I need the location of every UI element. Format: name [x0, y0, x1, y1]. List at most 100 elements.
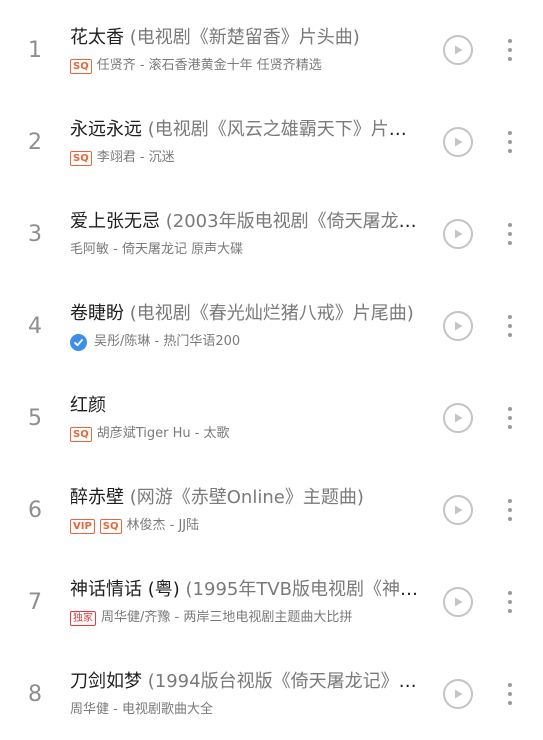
title-line: 醉赤壁 (网游《赤壁Online》主题曲): [70, 485, 422, 511]
more-dot: [508, 131, 512, 135]
title-line: 爱上张无忌 (2003年版电视剧《倚天屠龙记》插曲): [70, 209, 422, 235]
song-subtitle: (网游《赤壁Online》主题曲): [129, 487, 364, 508]
song-index: 3: [28, 221, 42, 247]
more-dot: [508, 508, 512, 512]
more-dot: [508, 591, 512, 595]
more-options-button[interactable]: [500, 35, 520, 65]
song-row[interactable]: 7 神话情话 (粤) (1995年TVB版电视剧《神雕侠侣》主题曲) 独家 周华…: [0, 556, 543, 648]
song-row[interactable]: 2 永远永远 (电视剧《风云之雄霸天下》片尾曲) SQ 李翊君 - 沉迷: [0, 96, 543, 188]
more-dot: [508, 683, 512, 687]
artist-album: 吴彤/陈琳 - 热门华语200: [94, 334, 241, 349]
title-line: 刀剑如梦 (1994版台视版《倚天屠龙记》主题曲): [70, 669, 422, 695]
play-button[interactable]: [443, 587, 473, 617]
play-button[interactable]: [443, 311, 473, 341]
song-meta: SQ 胡彦斌Tiger Hu - 太歌: [70, 425, 422, 443]
song-meta: SQ 李翊君 - 沉迷: [70, 149, 422, 167]
sq-badge: SQ: [70, 426, 92, 442]
song-title: 红颜: [70, 395, 106, 416]
play-icon: [455, 413, 463, 423]
song-row[interactable]: 4 卷睫盼 (电视剧《春光灿烂猪八戒》片尾曲) 吴彤/陈琳 - 热门华语200: [0, 280, 543, 372]
song-meta: 吴彤/陈琳 - 热门华语200: [70, 333, 422, 351]
sq-badge: SQ: [70, 58, 92, 74]
more-dot: [508, 517, 512, 521]
more-dot: [508, 600, 512, 604]
title-line: 卷睫盼 (电视剧《春光灿烂猪八戒》片尾曲): [70, 301, 422, 327]
title-line: 花太香 (电视剧《新楚留香》片头曲): [70, 25, 422, 51]
more-options-button[interactable]: [500, 219, 520, 249]
more-dot: [508, 609, 512, 613]
song-meta: 毛阿敏 - 倚天屠龙记 原声大碟: [70, 241, 422, 259]
song-title: 神话情话 (粤): [70, 579, 180, 600]
more-dot: [508, 499, 512, 503]
song-meta: VIP SQ 林俊杰 - JJ陆: [70, 517, 422, 535]
title-line: 神话情话 (粤) (1995年TVB版电视剧《神雕侠侣》主题曲): [70, 577, 422, 603]
play-button[interactable]: [443, 35, 473, 65]
more-options-button[interactable]: [500, 587, 520, 617]
exclusive-badge: 独家: [70, 610, 96, 626]
song-title: 爱上张无忌: [70, 211, 160, 232]
song-index: 5: [28, 405, 42, 431]
title-line: 红颜: [70, 393, 422, 419]
song-subtitle: (电视剧《风云之雄霸天下》片尾曲): [147, 119, 422, 140]
more-dot: [508, 48, 512, 52]
song-meta: 周华健 - 电视剧歌曲大全: [70, 701, 422, 719]
song-meta: 独家 周华健/齐豫 - 两岸三地电视剧主题曲大比拼: [70, 609, 422, 627]
more-dot: [508, 241, 512, 245]
play-button[interactable]: [443, 495, 473, 525]
song-row[interactable]: 6 醉赤壁 (网游《赤壁Online》主题曲) VIP SQ 林俊杰 - JJ陆: [0, 464, 543, 556]
sq-badge: SQ: [99, 518, 122, 534]
song-subtitle: (电视剧《春光灿烂猪八戒》片尾曲): [129, 303, 414, 324]
more-dot: [508, 223, 512, 227]
song-info: 醉赤壁 (网游《赤壁Online》主题曲) VIP SQ 林俊杰 - JJ陆: [70, 485, 422, 535]
song-index: 4: [28, 313, 42, 339]
more-options-button[interactable]: [500, 495, 520, 525]
more-dot: [508, 407, 512, 411]
play-icon: [455, 45, 463, 55]
play-icon: [455, 505, 463, 515]
play-button[interactable]: [443, 219, 473, 249]
play-button[interactable]: [443, 127, 473, 157]
song-info: 神话情话 (粤) (1995年TVB版电视剧《神雕侠侣》主题曲) 独家 周华健/…: [70, 577, 422, 627]
artist-album: 周华健/齐豫 - 两岸三地电视剧主题曲大比拼: [101, 610, 353, 625]
song-row[interactable]: 1 花太香 (电视剧《新楚留香》片头曲) SQ 任贤齐 - 滚石香港黄金十年 任…: [0, 4, 543, 96]
play-icon: [455, 137, 463, 147]
song-subtitle: (2003年版电视剧《倚天屠龙记》插曲): [165, 211, 422, 232]
song-info: 永远永远 (电视剧《风云之雄霸天下》片尾曲) SQ 李翊君 - 沉迷: [70, 117, 422, 167]
artist-album: 林俊杰 - JJ陆: [126, 518, 200, 533]
song-title: 醉赤壁: [70, 487, 124, 508]
song-info: 卷睫盼 (电视剧《春光灿烂猪八戒》片尾曲) 吴彤/陈琳 - 热门华语200: [70, 301, 422, 351]
song-subtitle: (电视剧《新楚留香》片头曲): [129, 27, 360, 48]
more-dot: [508, 333, 512, 337]
artist-album: 胡彦斌Tiger Hu - 太歌: [96, 426, 230, 441]
more-dot: [508, 57, 512, 61]
title-line: 永远永远 (电视剧《风云之雄霸天下》片尾曲): [70, 117, 422, 143]
more-options-button[interactable]: [500, 403, 520, 433]
artist-album: 周华健 - 电视剧歌曲大全: [70, 702, 213, 717]
play-button[interactable]: [443, 403, 473, 433]
song-title: 永远永远: [70, 119, 142, 140]
song-list: 1 花太香 (电视剧《新楚留香》片头曲) SQ 任贤齐 - 滚石香港黄金十年 任…: [0, 0, 543, 737]
play-icon: [455, 597, 463, 607]
more-dot: [508, 425, 512, 429]
song-meta: SQ 任贤齐 - 滚石香港黄金十年 任贤齐精选: [70, 57, 422, 75]
play-button[interactable]: [443, 679, 473, 709]
song-info: 红颜 SQ 胡彦斌Tiger Hu - 太歌: [70, 393, 422, 443]
more-dot: [508, 324, 512, 328]
artist-album: 李翊君 - 沉迷: [96, 150, 175, 165]
song-info: 爱上张无忌 (2003年版电视剧《倚天屠龙记》插曲) 毛阿敏 - 倚天屠龙记 原…: [70, 209, 422, 259]
sq-badge: SQ: [70, 150, 92, 166]
song-subtitle: (1995年TVB版电视剧《神雕侠侣》主题曲): [185, 579, 422, 600]
more-options-button[interactable]: [500, 127, 520, 157]
more-dot: [508, 39, 512, 43]
song-title: 卷睫盼: [70, 303, 124, 324]
more-options-button[interactable]: [500, 679, 520, 709]
more-dot: [508, 232, 512, 236]
song-subtitle: (1994版台视版《倚天屠龙记》主题曲): [147, 671, 422, 692]
more-dot: [508, 149, 512, 153]
song-row[interactable]: 5 红颜 SQ 胡彦斌Tiger Hu - 太歌: [0, 372, 543, 464]
play-icon: [455, 689, 463, 699]
song-row[interactable]: 8 刀剑如梦 (1994版台视版《倚天屠龙记》主题曲) 周华健 - 电视剧歌曲大…: [0, 648, 543, 740]
vip-badge: VIP: [70, 518, 95, 534]
song-row[interactable]: 3 爱上张无忌 (2003年版电视剧《倚天屠龙记》插曲) 毛阿敏 - 倚天屠龙记…: [0, 188, 543, 280]
more-options-button[interactable]: [500, 311, 520, 341]
